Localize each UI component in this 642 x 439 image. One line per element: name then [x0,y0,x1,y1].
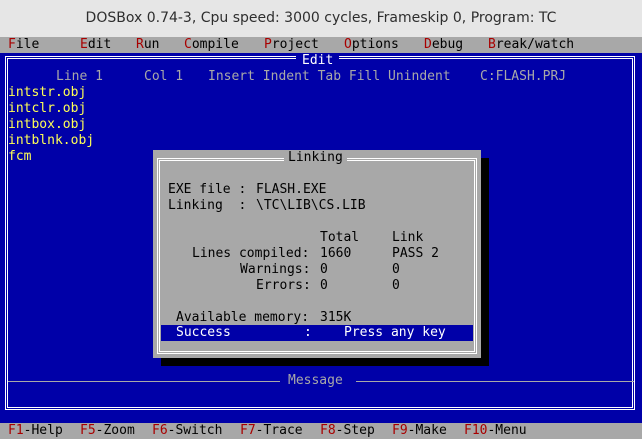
menu-debug[interactable]: Debug [424,37,463,53]
message-window-title: Message [288,373,343,388]
menu-project[interactable]: Project [264,37,319,53]
code-line: fcm [8,149,32,164]
code-line: intbox.obj [8,117,87,132]
warnings-link: 0 [392,262,400,277]
warnings-total: 0 [320,262,328,277]
editor-file-name: C:FLASH.PRJ [480,69,567,84]
menu-options[interactable]: Options [344,37,399,53]
window-titlebar: DOSBox 0.74-3, Cpu speed: 3000 cycles, F… [0,0,642,38]
menu-edit[interactable]: Edit [80,37,111,53]
menu-compile[interactable]: Compile [184,37,239,53]
exe-file-value: FLASH.EXE [256,182,327,197]
f6-switch-key[interactable]: F6-Switch [152,423,222,439]
exe-file-label: EXE file : [168,182,255,197]
window-title: DOSBox 0.74-3, Cpu speed: 3000 cycles, F… [85,10,557,26]
editor-col-indicator: Col 1 [144,69,184,84]
edit-window-title: Edit [296,53,340,69]
menu-file[interactable]: File [8,37,39,53]
menu-break-watch[interactable]: Break/watch [488,37,574,53]
code-line: intblnk.obj [8,133,95,148]
lines-compiled-label: Lines compiled: [192,246,310,261]
available-memory-value: 315K [320,310,352,325]
f1-help-key[interactable]: F1-Help [8,423,63,439]
success-message: Press any key [344,325,446,340]
warnings-label: Warnings: [240,262,311,277]
errors-link: 0 [392,278,400,293]
f5-zoom-key[interactable]: F5-Zoom [80,423,135,439]
dos-screen[interactable]: File Edit Run Compile Project Options De… [0,37,642,439]
column-link-header: Link [392,230,424,245]
menu-bar: File Edit Run Compile Project Options De… [0,37,642,53]
success-bar[interactable]: Success : Press any key [161,325,473,341]
lines-compiled-total: 1660 [320,246,352,261]
code-line: intstr.obj [8,85,87,100]
editor-line-indicator: Line 1 [56,69,103,84]
success-separator: : [304,325,312,340]
available-memory-label: Available memory: [176,310,310,325]
linking-value: \TC\LIB\CS.LIB [256,198,366,213]
f7-trace-key[interactable]: F7-Trace [240,423,303,439]
linking-label: Linking : [168,198,255,213]
lines-compiled-link: PASS 2 [392,246,439,261]
f9-make-key[interactable]: F9-Make [392,423,447,439]
linking-dialog-title: Linking [284,150,347,166]
f8-step-key[interactable]: F8-Step [320,423,375,439]
success-label: Success [176,325,231,340]
f10-menu-key[interactable]: F10-Menu [464,423,527,439]
function-key-bar: F1-Help F5-Zoom F6-Switch F7-Trace F8-St… [0,423,642,439]
editor-mode-flags: Insert Indent Tab Fill Unindent [208,69,451,84]
errors-label: Errors: [256,278,311,293]
message-divider-left [8,381,280,382]
linking-dialog: Linking EXE file : FLASH.EXE Linking : \… [153,150,481,358]
code-line: intclr.obj [8,101,87,116]
column-total-header: Total [320,230,360,245]
errors-total: 0 [320,278,328,293]
message-divider-right [356,381,634,382]
menu-run[interactable]: Run [136,37,159,53]
